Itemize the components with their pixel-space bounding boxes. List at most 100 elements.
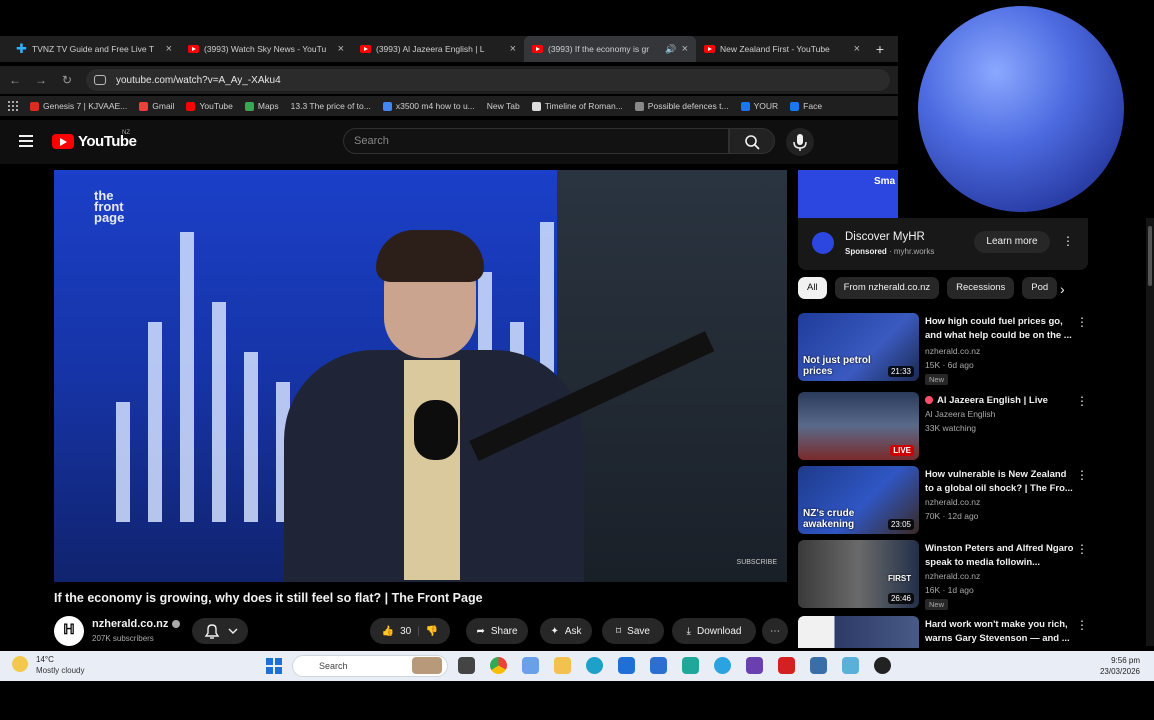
recommended-video[interactable]: FIRST 26:46 Winston Peters and Alfred Ng… — [798, 540, 1090, 610]
bookmark-item[interactable]: Gmail — [139, 101, 174, 111]
channel-name[interactable]: nzherald.co.nz — [92, 618, 181, 630]
recommended-video[interactable]: Hard work won't make you rich, warns Gar… — [798, 616, 1090, 648]
bookmark-item[interactable]: x3500 m4 how to u... — [382, 101, 475, 111]
bookmark-item[interactable]: Maps — [244, 101, 279, 111]
bookmark-item[interactable]: YouTube — [186, 101, 233, 111]
ask-button[interactable]: ✦ Ask — [540, 618, 592, 644]
close-icon[interactable]: × — [510, 43, 516, 55]
search-input[interactable]: Search — [343, 128, 729, 154]
file-explorer-icon[interactable] — [554, 657, 571, 674]
recommended-video[interactable]: Not just petrol prices 21:33 How high co… — [798, 313, 1090, 385]
bookmark-item[interactable]: Possible defences t... — [634, 101, 729, 111]
recommended-video[interactable]: NZ's crude awakening 23:05 How vulnerabl… — [798, 466, 1090, 536]
bookmark-item[interactable]: New Tab — [487, 101, 520, 111]
video-title[interactable]: How high could fuel prices go, and what … — [925, 315, 1075, 343]
back-icon[interactable]: ← — [8, 73, 22, 87]
chrome-icon[interactable] — [490, 657, 507, 674]
save-button[interactable]: ⌑ Save — [602, 618, 664, 644]
close-icon[interactable]: × — [682, 43, 688, 55]
more-icon[interactable]: ⋮ — [1076, 469, 1088, 482]
channel-name[interactable]: Al Jazeera English — [925, 409, 995, 419]
chip-all[interactable]: All — [798, 277, 827, 299]
video-thumbnail[interactable] — [798, 616, 919, 648]
tab-nz-first[interactable]: New Zealand First - YouTube × — [696, 36, 868, 62]
video-title[interactable]: How vulnerable is New Zealand to a globa… — [925, 468, 1075, 496]
speaker-icon[interactable]: 🔊 — [665, 44, 676, 55]
subscribe-watermark[interactable]: SUBSCRIBE — [737, 559, 777, 566]
channel-name[interactable]: nzherald.co.nz — [925, 497, 980, 507]
more-icon[interactable]: ⋮ — [1076, 316, 1088, 329]
thumbs-up-icon[interactable]: 👍 — [382, 626, 394, 637]
app-icon[interactable] — [746, 657, 763, 674]
video-thumbnail[interactable]: FIRST 26:46 — [798, 540, 919, 608]
like-count[interactable]: 30 — [400, 626, 411, 637]
chip-podcasts[interactable]: Pod — [1022, 277, 1058, 299]
youtube-logo[interactable]: YouTube NZ — [52, 130, 137, 150]
tab-tvnz[interactable]: ✚ TVNZ TV Guide and Free Live T × — [8, 36, 180, 62]
ad-title[interactable]: Discover MyHR — [845, 231, 925, 243]
app-icon[interactable] — [874, 657, 891, 674]
outlook-icon[interactable] — [618, 657, 635, 674]
store-icon[interactable] — [650, 657, 667, 674]
video-thumbnail[interactable]: LIVE — [798, 392, 919, 460]
url-field[interactable]: youtube.com/watch?v=A_Ay_-XAku4 — [86, 69, 890, 91]
app-icon[interactable] — [682, 657, 699, 674]
app-icon[interactable] — [522, 657, 539, 674]
video-player[interactable]: the front page SUBSCRIBE — [54, 170, 787, 582]
close-icon[interactable]: × — [854, 43, 860, 55]
task-view-icon[interactable] — [458, 657, 475, 674]
thumbs-down-icon[interactable]: 👎 — [426, 626, 438, 637]
chevron-right-icon[interactable]: › — [1060, 281, 1065, 297]
new-tab-button[interactable]: + — [868, 41, 892, 57]
bookmark-item[interactable]: YOUR — [740, 101, 778, 111]
bookmark-item[interactable]: Face — [790, 101, 822, 111]
bookmark-icon — [30, 101, 39, 111]
windows-start-icon[interactable] — [266, 658, 282, 674]
share-button[interactable]: ➦ Share — [466, 618, 528, 644]
video-title[interactable]: Winston Peters and Alfred Ngaro speak to… — [925, 542, 1075, 570]
video-title[interactable]: Hard work won't make you rich, warns Gar… — [925, 618, 1075, 646]
telegram-icon[interactable] — [714, 657, 731, 674]
edge-icon[interactable] — [586, 657, 603, 674]
reload-icon[interactable]: ↻ — [60, 73, 74, 87]
ad-banner[interactable]: Sma Real HR c — [798, 170, 898, 218]
search-button[interactable] — [729, 128, 775, 154]
recommended-video[interactable]: LIVE Al Jazeera English | Live Al Jazeer… — [798, 392, 1090, 462]
forward-icon[interactable]: → — [34, 73, 48, 87]
page-scrollbar[interactable] — [1146, 218, 1154, 646]
more-icon[interactable]: ⋮ — [1076, 395, 1088, 408]
learn-more-button[interactable]: Learn more — [974, 231, 1050, 253]
more-actions-button[interactable]: ⋯ — [762, 618, 788, 644]
close-icon[interactable]: × — [338, 43, 344, 55]
chip-recessions[interactable]: Recessions — [947, 277, 1015, 299]
app-icon[interactable] — [778, 657, 795, 674]
scrollbar-thumb[interactable] — [1148, 226, 1152, 286]
notifications-button[interactable] — [192, 618, 248, 644]
more-icon[interactable]: ⋮ — [1076, 543, 1088, 556]
channel-avatar[interactable]: ℍ — [54, 616, 84, 646]
channel-name[interactable]: nzherald.co.nz — [925, 571, 980, 581]
more-icon[interactable]: ⋮ — [1062, 235, 1074, 248]
video-thumbnail[interactable]: NZ's crude awakening 23:05 — [798, 466, 919, 534]
bookmark-item[interactable]: 13.3 The price of to... — [291, 101, 371, 111]
site-info-icon[interactable] — [94, 75, 106, 85]
bookmark-item[interactable]: Timeline of Roman... — [531, 101, 623, 111]
channel-name[interactable]: nzherald.co.nz — [925, 346, 980, 356]
close-icon[interactable]: × — [166, 43, 172, 55]
video-title[interactable]: Al Jazeera English | Live — [925, 394, 1075, 408]
app-icon[interactable] — [842, 657, 859, 674]
menu-icon[interactable] — [19, 135, 33, 147]
apps-icon[interactable] — [8, 101, 18, 111]
more-icon[interactable]: ⋮ — [1076, 619, 1088, 632]
tab-al-jazeera[interactable]: (3993) Al Jazeera English | L × — [352, 36, 524, 62]
bookmark-item[interactable]: Genesis 7 | KJVAAE... — [30, 101, 127, 111]
video-thumbnail[interactable]: Not just petrol prices 21:33 — [798, 313, 919, 381]
chip-from-channel[interactable]: From nzherald.co.nz — [834, 277, 940, 299]
voice-search-button[interactable] — [786, 128, 814, 156]
tab-current-video[interactable]: (3993) If the economy is gr 🔊 × — [524, 36, 696, 62]
system-clock[interactable]: 9:56 pm 23/03/2026 — [1096, 655, 1140, 677]
tab-sky-news[interactable]: (3993) Watch Sky News - YouTu × — [180, 36, 352, 62]
search-highlight-icon[interactable] — [412, 657, 442, 674]
download-button[interactable]: ⤓ Download — [672, 618, 756, 644]
gaming-icon[interactable] — [810, 657, 827, 674]
